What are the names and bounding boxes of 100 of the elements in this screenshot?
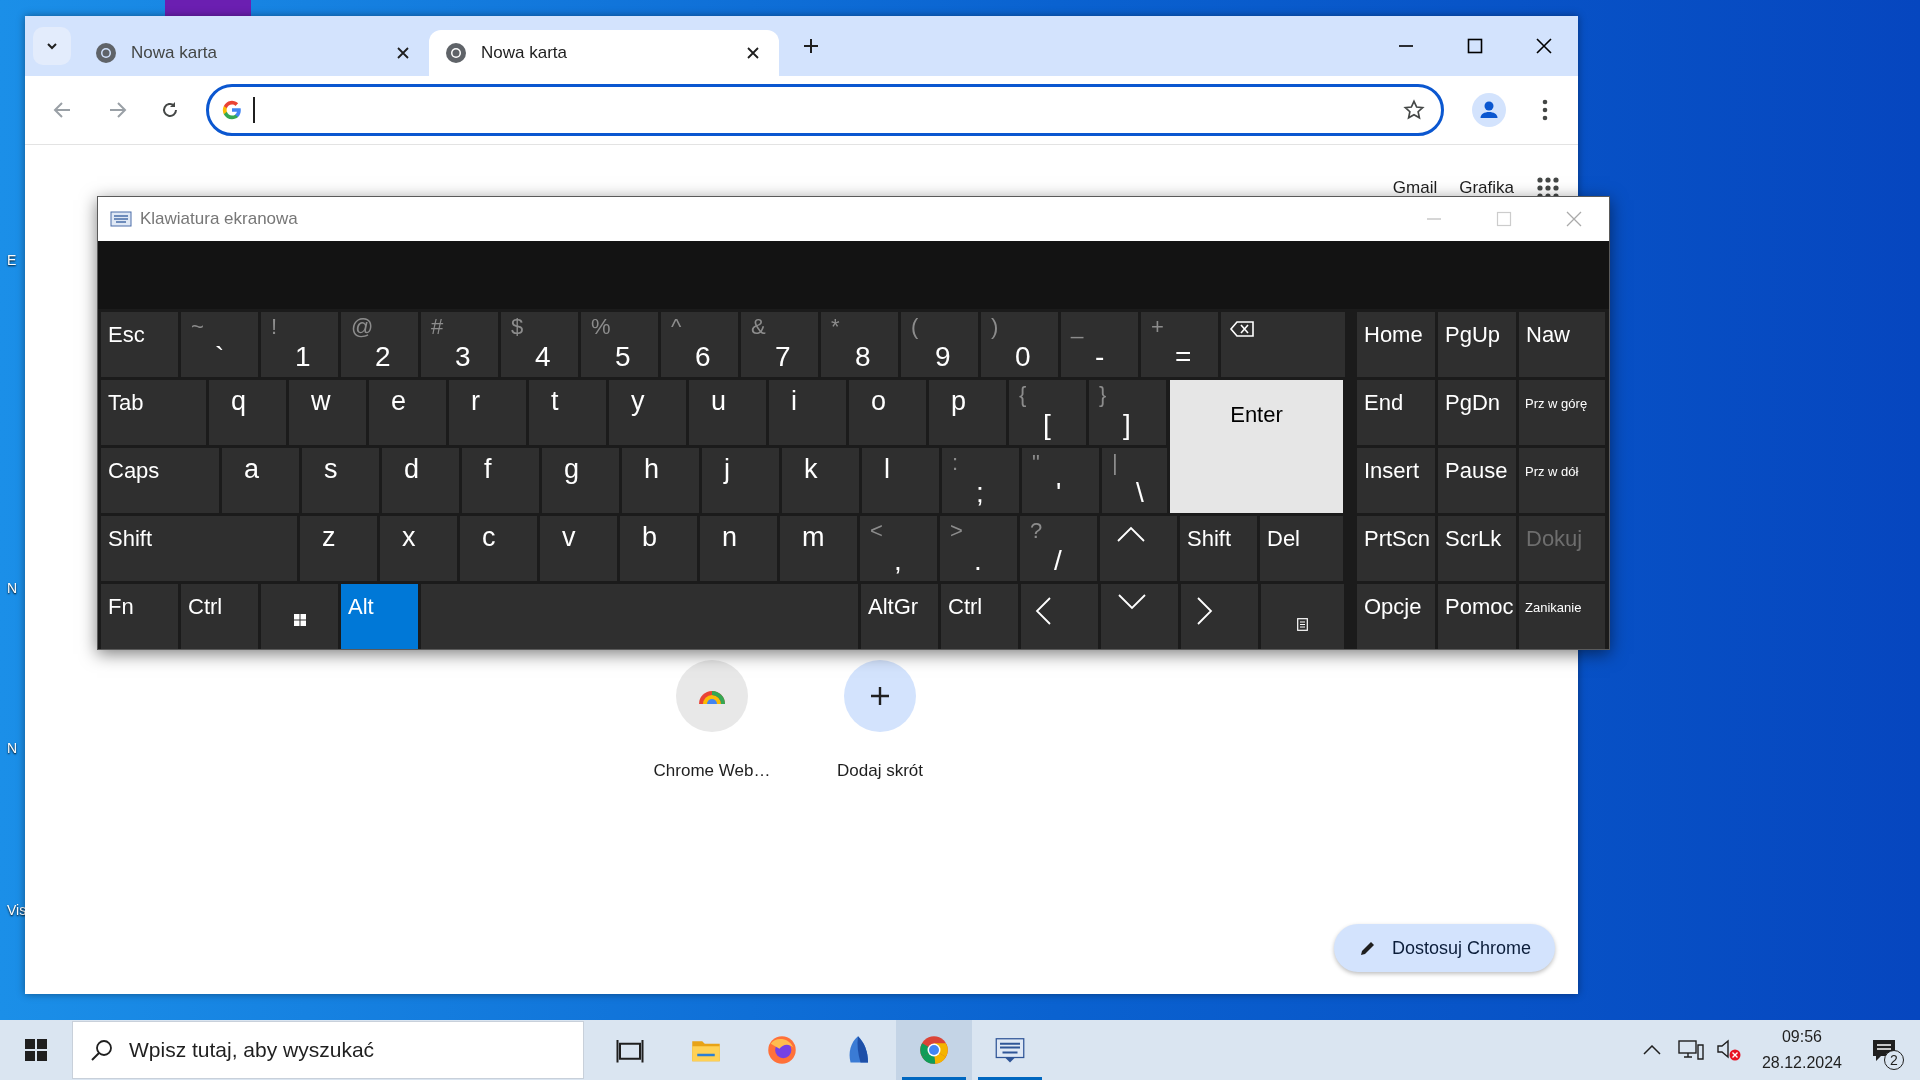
keyboard-key[interactable]: + = xyxy=(1141,312,1218,377)
key-label: z xyxy=(322,524,336,551)
keyboard-key[interactable]: < , xyxy=(860,516,937,581)
keyboard-key[interactable]: * 8 xyxy=(821,312,898,377)
keyboard-key[interactable]: t xyxy=(529,380,606,445)
keyboard-key[interactable]: Pause xyxy=(1438,448,1516,513)
key-label: p xyxy=(951,388,967,415)
shortcut-tile[interactable]: Chrome Web… xyxy=(643,660,781,784)
keyboard-key[interactable]: ScrLk xyxy=(1438,516,1516,581)
network-icon[interactable] xyxy=(1677,1039,1704,1061)
keyboard-key[interactable]: v xyxy=(540,516,617,581)
keyboard-key[interactable]: } ] xyxy=(1089,380,1166,445)
keyboard-key[interactable]: d xyxy=(382,448,459,513)
notifications-button[interactable]: 2 xyxy=(1862,1028,1906,1072)
keyboard-key[interactable]: ) 0 xyxy=(981,312,1058,377)
keyboard-key[interactable]: Home xyxy=(1357,312,1435,377)
keyboard-key[interactable]: _ - xyxy=(1061,312,1138,377)
keyboard-key[interactable]: # 3 xyxy=(421,312,498,377)
key-label: 8 xyxy=(855,343,871,371)
keyboard-key[interactable]: Shift xyxy=(101,516,297,581)
key-label: e xyxy=(391,388,407,415)
keyboard-key[interactable]: Pomoc xyxy=(1438,584,1516,649)
keyboard-key[interactable] xyxy=(261,584,338,649)
address-bar[interactable] xyxy=(206,84,1445,136)
keyboard-key[interactable]: Insert xyxy=(1357,448,1435,513)
keyboard-key[interactable] xyxy=(1221,312,1345,377)
keyboard-key[interactable]: g xyxy=(542,448,619,513)
keyboard-key[interactable]: @ 2 xyxy=(341,312,418,377)
keyboard-key[interactable]: q xyxy=(209,380,286,445)
keyboard-key[interactable]: f xyxy=(462,448,539,513)
keyboard-key[interactable]: PgDn xyxy=(1438,380,1516,445)
keyboard-key[interactable]: m xyxy=(780,516,857,581)
keyboard-key[interactable]: End xyxy=(1357,380,1435,445)
search-field[interactable]: Wpisz tutaj, aby wyszukać xyxy=(72,1021,584,1079)
keyboard-key[interactable]: c xyxy=(460,516,537,581)
keyboard-key[interactable]: p xyxy=(929,380,1006,445)
keyboard-key[interactable]: a xyxy=(222,448,299,513)
keyboard-key[interactable]: | \ xyxy=(1102,448,1167,513)
keyboard-key[interactable]: Shift xyxy=(1180,516,1257,581)
keyboard-key[interactable]: ! 1 xyxy=(261,312,338,377)
muted-speaker-icon[interactable] xyxy=(1715,1038,1742,1062)
keyboard-key[interactable]: w xyxy=(289,380,366,445)
keyboard-key[interactable]: & 7 xyxy=(741,312,818,377)
profile-button[interactable] xyxy=(1472,93,1507,127)
keyboard-key[interactable]: AltGr xyxy=(861,584,938,649)
keyboard-key[interactable]: Naw xyxy=(1519,312,1605,377)
keyboard-key[interactable]: PrtScn xyxy=(1357,516,1435,581)
keyboard-key[interactable]: Esc xyxy=(101,312,178,377)
shift-symbol: & xyxy=(751,316,766,338)
keyboard-key[interactable]: % 5 xyxy=(581,312,658,377)
keyboard-key[interactable]: " ' xyxy=(1022,448,1099,513)
keyboard-key[interactable]: $ 4 xyxy=(501,312,578,377)
keyboard-key[interactable]: : ; xyxy=(942,448,1019,513)
shift-symbol: + xyxy=(1151,316,1164,338)
keyboard-key[interactable]: e xyxy=(369,380,446,445)
shortcut-tile[interactable]: Dodaj skrót xyxy=(811,660,949,784)
keyboard-key[interactable]: r xyxy=(449,380,526,445)
shortcut-label: Dodaj skrót xyxy=(837,760,923,782)
keyboard-key[interactable]: b xyxy=(620,516,697,581)
keyboard-key[interactable]: Caps xyxy=(101,448,219,513)
keyboard-key[interactable]: i xyxy=(769,380,846,445)
keyboard-key[interactable]: ? / xyxy=(1020,516,1097,581)
keyboard-key[interactable]: u xyxy=(689,380,766,445)
keyboard-key[interactable]: Alt xyxy=(341,584,418,649)
keyboard-key[interactable]: k xyxy=(782,448,859,513)
keyboard-key[interactable]: Fn xyxy=(101,584,178,649)
keyboard-key[interactable]: x xyxy=(380,516,457,581)
keyboard-key[interactable]: Zanikanie xyxy=(1519,584,1605,649)
keyboard-key[interactable]: Tab xyxy=(101,380,206,445)
keyboard-key[interactable]: ( 9 xyxy=(901,312,978,377)
keyboard-key[interactable]: z xyxy=(300,516,377,581)
keyboard-key[interactable]: Opcje xyxy=(1357,584,1435,649)
keyboard-key[interactable]: l xyxy=(862,448,939,513)
keyboard-key[interactable]: y xyxy=(609,380,686,445)
keyboard-key[interactable]: Ctrl xyxy=(941,584,1018,649)
keyboard-key[interactable]: j xyxy=(702,448,779,513)
keyboard-key[interactable]: o xyxy=(849,380,926,445)
keyboard-key[interactable]: s xyxy=(302,448,379,513)
customize-chrome-button[interactable]: Dostosuj Chrome xyxy=(1333,924,1555,972)
shift-symbol: @ xyxy=(351,316,374,338)
keyboard-key[interactable]: ~ ` xyxy=(181,312,258,377)
keyboard-key[interactable]: Ctrl xyxy=(181,584,258,649)
browser-tab[interactable]: Nowa karta xyxy=(79,30,429,76)
keyboard-key[interactable]: Del xyxy=(1260,516,1343,581)
key-label: - xyxy=(1095,343,1105,371)
keyboard-key[interactable]: > . xyxy=(940,516,1017,581)
keyboard-key[interactable]: PgUp xyxy=(1438,312,1516,377)
key-label: k xyxy=(804,456,818,483)
enter-key[interactable]: Enter xyxy=(1170,380,1343,513)
keyboard-key[interactable]: Prz w górę xyxy=(1519,380,1605,445)
key-label: f xyxy=(484,456,492,483)
browser-tab[interactable]: Nowa karta xyxy=(429,30,779,76)
keyboard-key[interactable]: ^ 6 xyxy=(661,312,738,377)
shift-symbol: _ xyxy=(1071,316,1084,338)
chrome-logo-icon xyxy=(95,42,117,64)
keyboard-key[interactable]: { [ xyxy=(1009,380,1086,445)
keyboard-key[interactable]: n xyxy=(700,516,777,581)
clock-button[interactable]: 09:56 28.12.2024 xyxy=(1753,1024,1850,1076)
keyboard-key[interactable]: Prz w dół xyxy=(1519,448,1605,513)
keyboard-key[interactable]: h xyxy=(622,448,699,513)
